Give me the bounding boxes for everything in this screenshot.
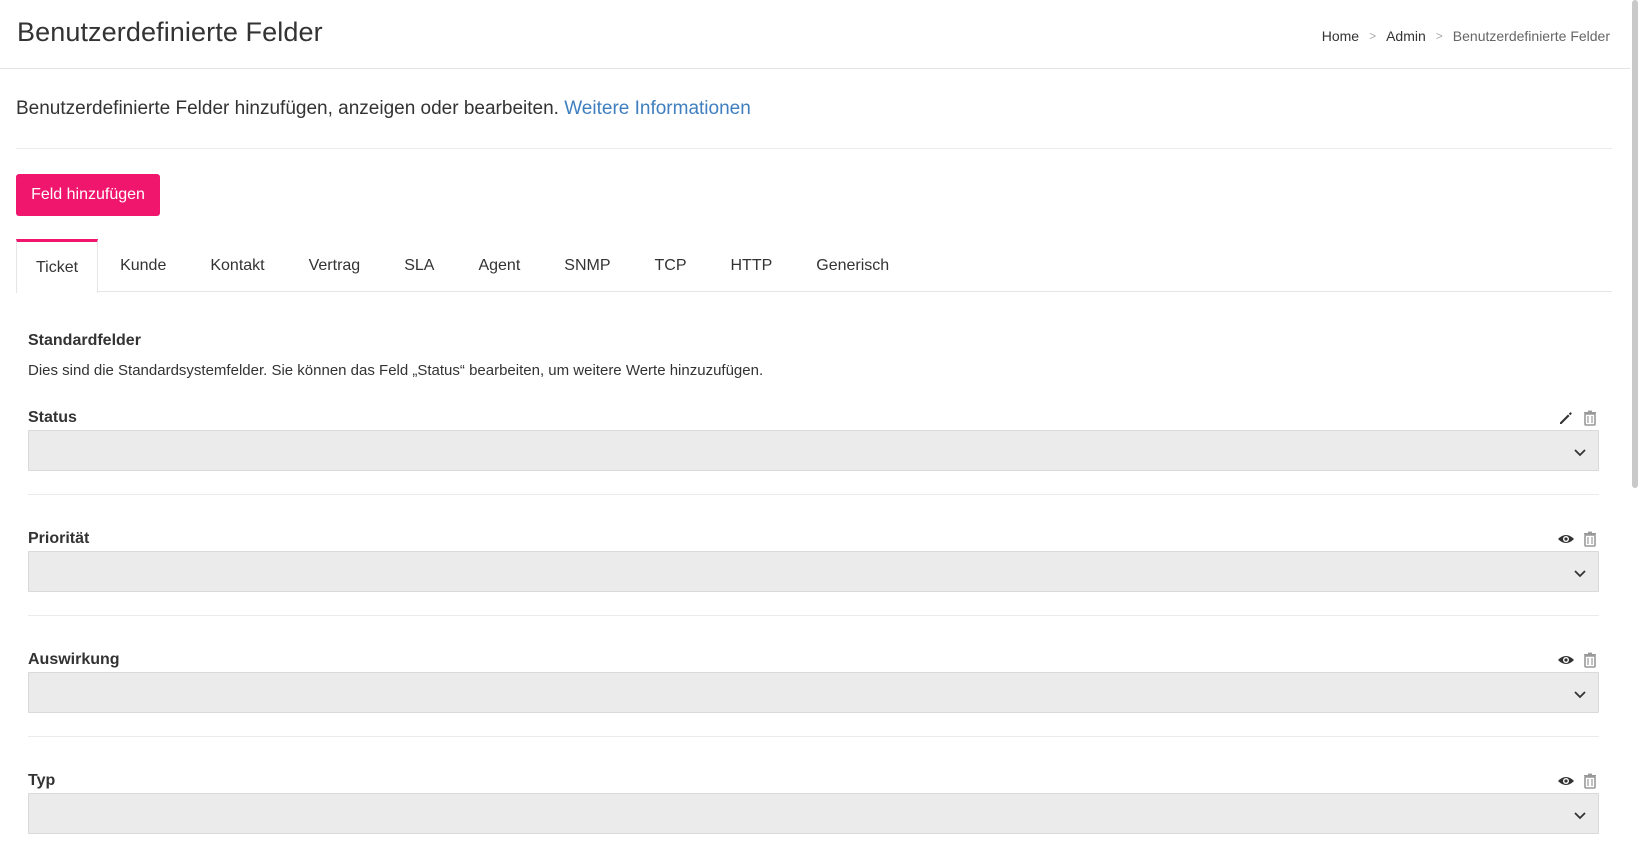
- tab-sla[interactable]: SLA: [382, 239, 456, 292]
- breadcrumb-separator: >: [1369, 29, 1377, 43]
- eye-icon[interactable]: [1557, 651, 1575, 669]
- breadcrumb-home-link[interactable]: Home: [1322, 28, 1359, 44]
- field-prioritaet: Priorität: [28, 530, 1599, 616]
- section-description: Dies sind die Standardsystemfelder. Sie …: [28, 362, 764, 379]
- intro-text: Benutzerdefinierte Felder hinzufügen, an…: [16, 98, 751, 120]
- field-label: Priorität: [28, 530, 90, 547]
- trash-icon[interactable]: [1581, 772, 1599, 790]
- tab-ticket[interactable]: Ticket: [16, 239, 99, 293]
- trash-icon[interactable]: [1581, 651, 1599, 669]
- field-actions: [1557, 772, 1599, 790]
- eye-icon[interactable]: [1557, 772, 1575, 790]
- field-label: Status: [28, 409, 77, 426]
- divider: [28, 615, 1599, 616]
- status-select[interactable]: [28, 430, 1599, 471]
- page-title: Benutzerdefinierte Felder: [17, 17, 323, 47]
- add-field-button[interactable]: Feld hinzufügen: [16, 174, 160, 216]
- field-typ: Typ: [28, 772, 1599, 842]
- auswirkung-select[interactable]: [28, 672, 1599, 713]
- tab-kunde[interactable]: Kunde: [98, 239, 188, 292]
- tab-http[interactable]: HTTP: [709, 239, 795, 292]
- field-label: Typ: [28, 772, 56, 789]
- eye-icon[interactable]: [1557, 530, 1575, 548]
- breadcrumb-current: Benutzerdefinierte Felder: [1452, 28, 1610, 44]
- page-header: Benutzerdefinierte Felder Home > Admin >…: [0, 0, 1630, 69]
- scrollbar-thumb[interactable]: [1632, 0, 1638, 488]
- field-status: Status: [28, 409, 1599, 495]
- breadcrumb-admin-link[interactable]: Admin: [1386, 28, 1426, 44]
- field-auswirkung: Auswirkung: [28, 651, 1599, 737]
- chevron-down-icon: [1574, 691, 1586, 699]
- intro-description: Benutzerdefinierte Felder hinzufügen, an…: [16, 98, 559, 119]
- pencil-icon[interactable]: [1557, 409, 1575, 427]
- tab-generisch[interactable]: Generisch: [794, 239, 911, 292]
- tab-tcp[interactable]: TCP: [633, 239, 709, 292]
- field-actions: [1557, 651, 1599, 669]
- divider: [28, 736, 1599, 737]
- tab-vertrag[interactable]: Vertrag: [287, 239, 383, 292]
- typ-select[interactable]: [28, 793, 1599, 834]
- tab-agent[interactable]: Agent: [456, 239, 542, 292]
- section-title: Standardfelder: [28, 332, 141, 349]
- prioritaet-select[interactable]: [28, 551, 1599, 592]
- trash-icon[interactable]: [1581, 409, 1599, 427]
- chevron-down-icon: [1574, 570, 1586, 578]
- vertical-scrollbar[interactable]: [1630, 0, 1640, 858]
- field-actions: [1557, 409, 1599, 427]
- divider: [16, 148, 1612, 149]
- tab-snmp[interactable]: SNMP: [542, 239, 632, 292]
- more-info-link[interactable]: Weitere Informationen: [564, 98, 751, 119]
- field-label: Auswirkung: [28, 651, 120, 668]
- breadcrumb-separator: >: [1435, 29, 1443, 43]
- trash-icon[interactable]: [1581, 530, 1599, 548]
- tab-bar: Ticket Kunde Kontakt Vertrag SLA Agent S…: [16, 239, 1612, 293]
- tab-kontakt[interactable]: Kontakt: [188, 239, 286, 292]
- chevron-down-icon: [1574, 449, 1586, 457]
- page: Benutzerdefinierte Felder Home > Admin >…: [0, 0, 1630, 858]
- breadcrumb: Home > Admin > Benutzerdefinierte Felder: [1322, 28, 1610, 44]
- divider: [28, 494, 1599, 495]
- chevron-down-icon: [1574, 812, 1586, 820]
- field-actions: [1557, 530, 1599, 548]
